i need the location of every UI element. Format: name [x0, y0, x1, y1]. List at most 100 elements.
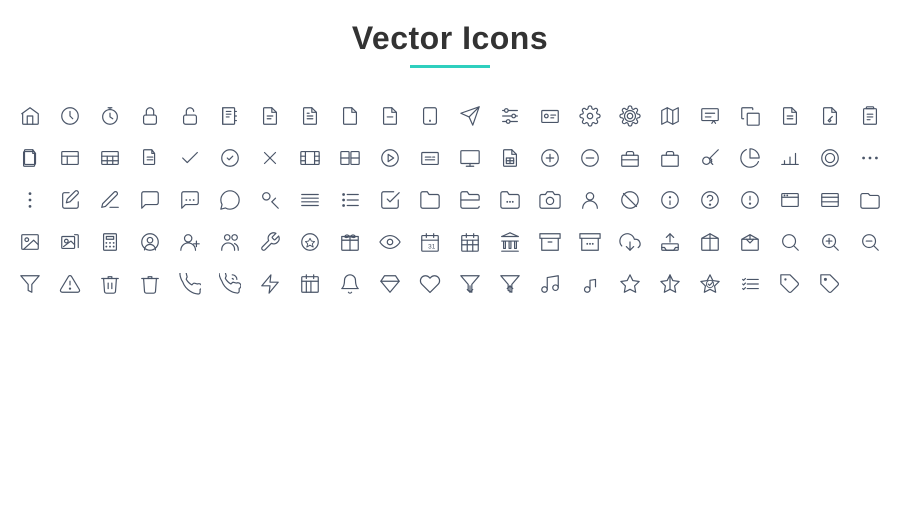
search-icon[interactable] — [772, 224, 808, 260]
key-icon[interactable] — [692, 140, 728, 176]
more-horizontal-icon[interactable] — [852, 140, 888, 176]
more-vertical-icon[interactable] — [12, 182, 48, 218]
edit-icon[interactable] — [52, 182, 88, 218]
list-icon[interactable] — [92, 140, 128, 176]
map-icon[interactable] — [652, 98, 688, 134]
window-icon[interactable] — [772, 182, 808, 218]
phone-call-icon[interactable] — [212, 266, 248, 302]
trash-icon[interactable] — [92, 266, 128, 302]
plus-icon[interactable] — [532, 140, 568, 176]
help-icon[interactable] — [692, 182, 728, 218]
checklist-icon[interactable] — [372, 182, 408, 218]
folder-dots-icon[interactable] — [492, 182, 528, 218]
phone-icon[interactable] — [172, 266, 208, 302]
alert-triangle-icon[interactable] — [52, 266, 88, 302]
bell-icon[interactable] — [332, 266, 368, 302]
briefcase-icon[interactable] — [612, 140, 648, 176]
file-list-icon[interactable] — [772, 98, 808, 134]
document-icon[interactable] — [252, 98, 288, 134]
folder-open-icon[interactable] — [452, 182, 488, 218]
key2-icon[interactable] — [252, 182, 288, 218]
file-minus-icon[interactable] — [372, 98, 408, 134]
inbox-up-icon[interactable] — [612, 224, 648, 260]
briefcase2-icon[interactable] — [652, 140, 688, 176]
subtitles-icon[interactable] — [412, 140, 448, 176]
ban-icon[interactable] — [612, 182, 648, 218]
folder-simple-icon[interactable] — [852, 182, 888, 218]
search-minus-icon[interactable] — [852, 224, 888, 260]
box-arrow-icon[interactable] — [692, 224, 728, 260]
photos-icon[interactable] — [52, 224, 88, 260]
settings2-icon[interactable] — [612, 98, 648, 134]
box-open-icon[interactable] — [732, 224, 768, 260]
sliders-icon[interactable] — [492, 98, 528, 134]
zap-icon[interactable] — [252, 266, 288, 302]
donut-chart-icon[interactable] — [812, 140, 848, 176]
pages-icon[interactable] — [12, 140, 48, 176]
clock-icon[interactable] — [52, 98, 88, 134]
user-icon[interactable] — [572, 182, 608, 218]
clipboard-icon[interactable] — [852, 98, 888, 134]
calendar-icon[interactable]: 31 — [412, 224, 448, 260]
list-bullets-icon[interactable] — [332, 182, 368, 218]
copy-icon[interactable] — [732, 98, 768, 134]
tag-icon[interactable] — [772, 266, 808, 302]
table-icon[interactable] — [52, 140, 88, 176]
music-note-icon[interactable] — [532, 266, 568, 302]
film-grid-icon[interactable] — [332, 140, 368, 176]
diamond-icon[interactable] — [372, 266, 408, 302]
lock-icon[interactable] — [132, 98, 168, 134]
note-icon[interactable] — [132, 140, 168, 176]
eye-icon[interactable] — [372, 224, 408, 260]
gear-icon[interactable] — [572, 98, 608, 134]
pen-icon[interactable] — [92, 182, 128, 218]
minus-icon[interactable] — [572, 140, 608, 176]
send-icon[interactable] — [452, 98, 488, 134]
trash2-icon[interactable] — [132, 266, 168, 302]
monitor-icon[interactable] — [452, 140, 488, 176]
certificate-icon[interactable] — [692, 98, 728, 134]
align-lines-icon[interactable] — [292, 182, 328, 218]
archive-dots-icon[interactable] — [572, 224, 608, 260]
play-circle-icon[interactable] — [372, 140, 408, 176]
archive-icon[interactable] — [532, 224, 568, 260]
calendar-grid-icon[interactable] — [452, 224, 488, 260]
tag-outline-icon[interactable] — [812, 266, 848, 302]
search-plus-icon[interactable] — [812, 224, 848, 260]
user-add-icon[interactable] — [172, 224, 208, 260]
file-text-icon[interactable] — [292, 98, 328, 134]
heart-icon[interactable] — [412, 266, 448, 302]
star-empty-icon[interactable] — [612, 266, 648, 302]
x-icon[interactable] — [252, 140, 288, 176]
file-edit-icon[interactable] — [812, 98, 848, 134]
doc-table-icon[interactable] — [492, 140, 528, 176]
users-icon[interactable] — [212, 224, 248, 260]
check-icon[interactable] — [172, 140, 208, 176]
image-icon[interactable] — [12, 224, 48, 260]
pie-chart-icon[interactable] — [732, 140, 768, 176]
star-badge-icon[interactable] — [292, 224, 328, 260]
chat-dots-icon[interactable] — [172, 182, 208, 218]
notebook-icon[interactable] — [212, 98, 248, 134]
stopwatch-icon[interactable] — [92, 98, 128, 134]
home-icon[interactable] — [12, 98, 48, 134]
filter-up-icon[interactable] — [492, 266, 528, 302]
wrench-icon[interactable] — [252, 224, 288, 260]
single-note-icon[interactable] — [572, 266, 608, 302]
filter-down-icon[interactable] — [452, 266, 488, 302]
camera-icon[interactable] — [532, 182, 568, 218]
info-icon[interactable] — [652, 182, 688, 218]
star-half-icon[interactable] — [652, 266, 688, 302]
file-icon[interactable] — [332, 98, 368, 134]
unlock-icon[interactable] — [172, 98, 208, 134]
film-icon[interactable] — [292, 140, 328, 176]
bank-icon[interactable] — [492, 224, 528, 260]
chat-icon[interactable] — [132, 182, 168, 218]
bar-chart-icon[interactable] — [772, 140, 808, 176]
calculator-icon[interactable] — [92, 224, 128, 260]
list-task-icon[interactable] — [732, 266, 768, 302]
chat-round-icon[interactable] — [212, 182, 248, 218]
id-card-icon[interactable] — [532, 98, 568, 134]
star-check-icon[interactable] — [692, 266, 728, 302]
gift-icon[interactable] — [332, 224, 368, 260]
